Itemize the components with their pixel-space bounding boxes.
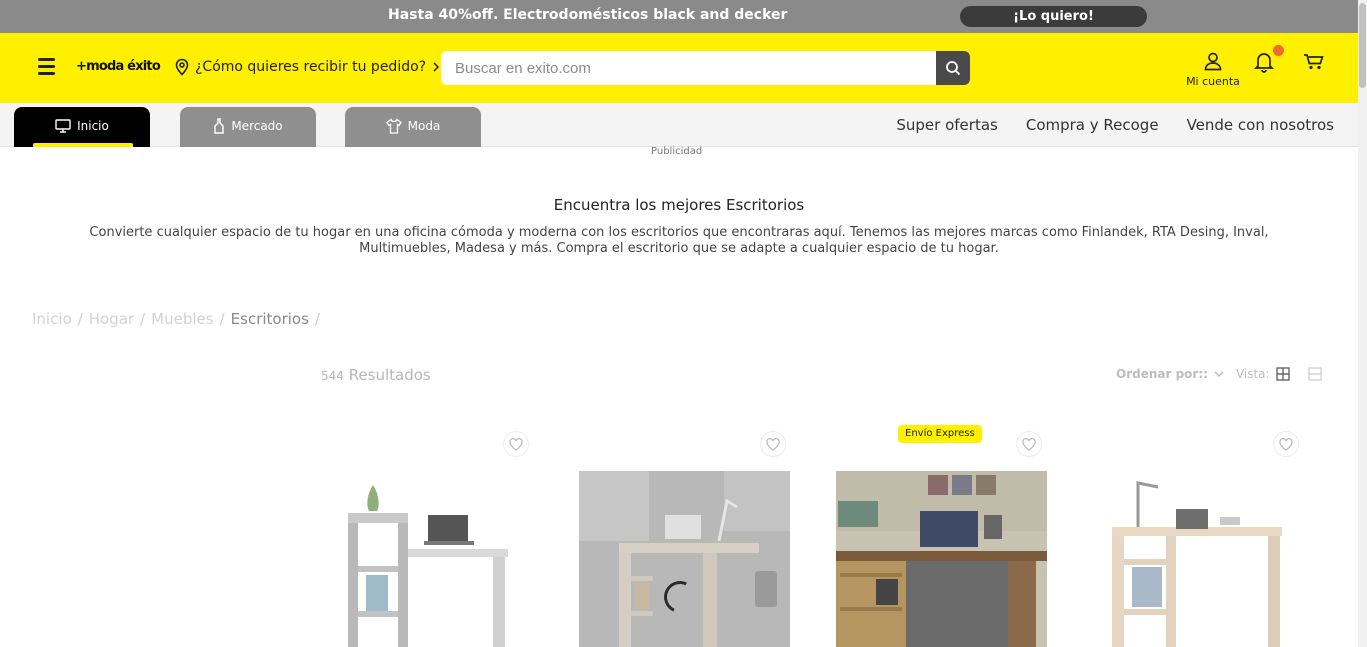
light-wood-desk-image — [579, 471, 790, 647]
chevron-right-icon — [433, 62, 440, 72]
breadcrumb-escritorios: Escritorios — [230, 310, 309, 328]
results-label: Resultados — [348, 366, 431, 384]
monitor-icon — [55, 118, 71, 133]
category-description: Convierte cualquier espacio de tu hogar … — [89, 225, 1269, 256]
delivery-selector[interactable]: ¿Cómo quieres recibir tu pedido? — [174, 58, 441, 76]
wishlist-button[interactable] — [760, 431, 786, 457]
scrollbar-thumb[interactable] — [1359, 3, 1366, 88]
nav-links: Super ofertas Compra y Recoge Vende con … — [896, 116, 1334, 134]
product-card[interactable] — [321, 428, 532, 647]
product-card[interactable] — [1092, 428, 1303, 647]
heart-icon — [766, 437, 780, 451]
wishlist-button[interactable] — [1273, 431, 1299, 457]
results-number: 544 — [321, 369, 344, 383]
list-view-icon[interactable] — [1307, 367, 1322, 381]
location-pin-icon — [175, 58, 189, 76]
menu-icon[interactable] — [38, 58, 55, 75]
nav-link-compra-recoge[interactable]: Compra y Recoge — [1026, 116, 1159, 134]
breadcrumb-inicio[interactable]: Inicio — [32, 310, 72, 328]
search-bar — [441, 51, 970, 85]
promo-bar: Hasta 40%off. Electrodomésticos black an… — [0, 0, 1358, 33]
tab-mercado-label: Mercado — [231, 118, 283, 133]
category-heading: Encuentra los mejores Escritorios — [553, 196, 805, 214]
sort-dropdown[interactable]: Ordenar por:: — [1116, 367, 1208, 381]
tab-inicio[interactable]: Inicio — [14, 107, 150, 147]
tab-inicio-label: Inicio — [77, 118, 109, 133]
breadcrumb: Inicio / Hogar / Muebles / Escritorios / — [32, 310, 320, 328]
cart-icon — [1304, 54, 1324, 70]
product-card[interactable] — [579, 428, 790, 647]
breadcrumb-muebles[interactable]: Muebles — [151, 310, 213, 328]
heart-icon — [1279, 437, 1293, 451]
heart-icon — [1022, 437, 1036, 451]
shipping-badge: Envío Express — [898, 425, 982, 443]
product-image[interactable] — [836, 471, 1047, 647]
wishlist-button[interactable] — [1016, 431, 1042, 457]
wishlist-button[interactable] — [503, 431, 529, 457]
logo[interactable]: +moda éxito — [76, 59, 161, 74]
delivery-prompt: ¿Cómo quieres recibir tu pedido? — [195, 59, 427, 75]
gaming-desk-image — [836, 471, 1047, 647]
nav-bar: Inicio Mercado Moda Super ofertas Compra… — [0, 103, 1358, 147]
user-icon — [1204, 52, 1222, 71]
page-scrollbar[interactable] — [1358, 0, 1367, 647]
product-image[interactable] — [1092, 471, 1303, 647]
cart-button[interactable] — [1303, 53, 1325, 75]
ad-label: Publicidad — [651, 146, 703, 157]
tab-moda[interactable]: Moda — [345, 107, 481, 147]
product-image[interactable] — [321, 471, 532, 647]
promo-text[interactable]: Hasta 40%off. Electrodomésticos black an… — [388, 7, 787, 23]
promo-cta-button[interactable]: ¡Lo quiero! — [960, 6, 1147, 27]
active-tab-indicator — [33, 143, 133, 147]
main-header: +moda éxito ¿Cómo quieres recibir tu ped… — [0, 33, 1358, 103]
product-image[interactable] — [579, 471, 790, 647]
nav-link-vende[interactable]: Vende con nosotros — [1187, 116, 1334, 134]
heart-icon — [509, 437, 523, 451]
tab-moda-label: Moda — [407, 118, 441, 133]
chevron-down-icon[interactable] — [1214, 370, 1224, 378]
notifications-button[interactable] — [1253, 45, 1284, 77]
results-count: 544 Resultados — [321, 366, 431, 384]
oak-desk-image — [1092, 471, 1303, 647]
sort-view-toolbar: Ordenar por:: Vista: — [1116, 367, 1322, 381]
shirt-icon — [385, 117, 402, 134]
search-button[interactable] — [936, 51, 970, 85]
search-input[interactable] — [455, 51, 925, 85]
white-desk-image — [321, 471, 532, 647]
product-card[interactable]: Envío Express — [836, 425, 1047, 647]
nav-link-super-ofertas[interactable]: Super ofertas — [896, 116, 997, 134]
notification-dot — [1273, 45, 1284, 56]
tab-mercado[interactable]: Mercado — [180, 107, 316, 147]
bottle-icon — [214, 117, 225, 134]
breadcrumb-hogar[interactable]: Hogar — [89, 310, 134, 328]
search-icon — [946, 61, 961, 76]
account-label: Mi cuenta — [1186, 75, 1240, 88]
grid-view-icon[interactable] — [1275, 367, 1290, 381]
view-label: Vista: — [1235, 367, 1270, 381]
account-button[interactable]: Mi cuenta — [1180, 51, 1246, 88]
bell-icon — [1253, 53, 1275, 73]
